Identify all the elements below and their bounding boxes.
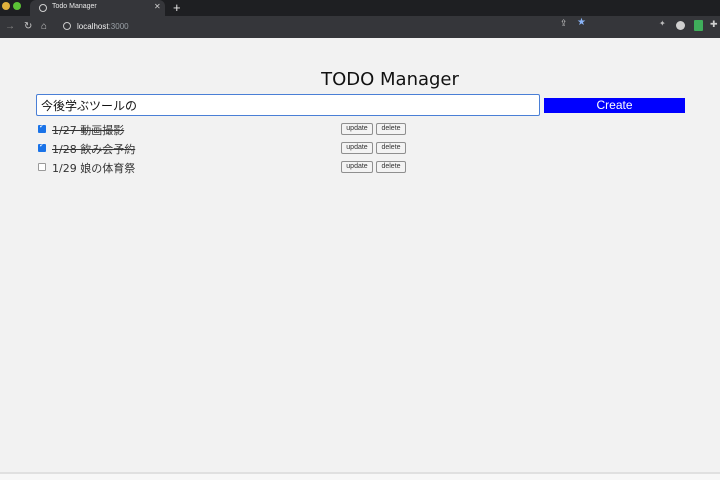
- home-icon[interactable]: ⌂: [41, 20, 47, 34]
- url-host: localhost: [77, 22, 109, 31]
- update-button[interactable]: update: [341, 161, 373, 173]
- url-text[interactable]: localhost:3000: [77, 22, 129, 31]
- browser-tab[interactable]: Todo Manager ✕: [30, 0, 165, 16]
- maximize-window-button[interactable]: [13, 2, 21, 10]
- close-tab-icon[interactable]: ✕: [154, 2, 161, 12]
- todo-text: 1/28 飲み会予約: [52, 143, 136, 156]
- todo-text: 1/27 動画撮影: [52, 124, 125, 137]
- todo-item: 1/29 娘の体育祭 update delete: [36, 159, 416, 175]
- todo-item: 1/28 飲み会予約 updatedelete: [36, 140, 416, 156]
- back-arrow-icon[interactable]: →: [5, 20, 15, 34]
- minimize-window-button[interactable]: [2, 2, 10, 10]
- page-title: TODO Manager: [321, 69, 459, 90]
- url-port: :3000: [108, 22, 129, 31]
- star-icon[interactable]: ★: [577, 17, 586, 28]
- update-button[interactable]: update: [341, 123, 373, 135]
- todo-text: 1/29 娘の体育祭: [52, 162, 136, 175]
- puzzle-icon[interactable]: ✚: [710, 19, 719, 29]
- tab-title: Todo Manager: [52, 3, 97, 10]
- browser-toolbar: → ↻ ⌂ localhost:3000 ⇪ ★ ✦ ✚: [0, 16, 720, 38]
- todo-checkbox[interactable]: [38, 122, 46, 133]
- extension-circle-icon[interactable]: [676, 21, 685, 30]
- browser-tab-bar: Todo Manager ✕ +: [0, 0, 720, 16]
- todo-checkbox[interactable]: [38, 163, 46, 171]
- reload-icon[interactable]: ↻: [24, 20, 32, 34]
- create-button[interactable]: Create: [544, 98, 685, 113]
- update-button[interactable]: update: [341, 142, 373, 154]
- new-tab-button[interactable]: +: [173, 0, 181, 16]
- globe-icon: [39, 4, 47, 12]
- bottom-bar: [0, 474, 720, 480]
- address-bar[interactable]: localhost:3000: [58, 19, 658, 35]
- info-icon[interactable]: [63, 22, 71, 30]
- delete-button[interactable]: delete: [376, 123, 406, 135]
- delete-button[interactable]: delete: [376, 142, 406, 154]
- todo-item: 1/27 動画撮影 updatedelete: [36, 121, 416, 137]
- delete-button[interactable]: delete: [376, 161, 406, 173]
- todo-input[interactable]: [36, 94, 540, 116]
- extension-icon[interactable]: ✦: [659, 19, 668, 28]
- extension-green-icon[interactable]: [694, 20, 703, 31]
- share-icon[interactable]: ⇪: [560, 18, 568, 29]
- todo-checkbox[interactable]: [38, 141, 46, 152]
